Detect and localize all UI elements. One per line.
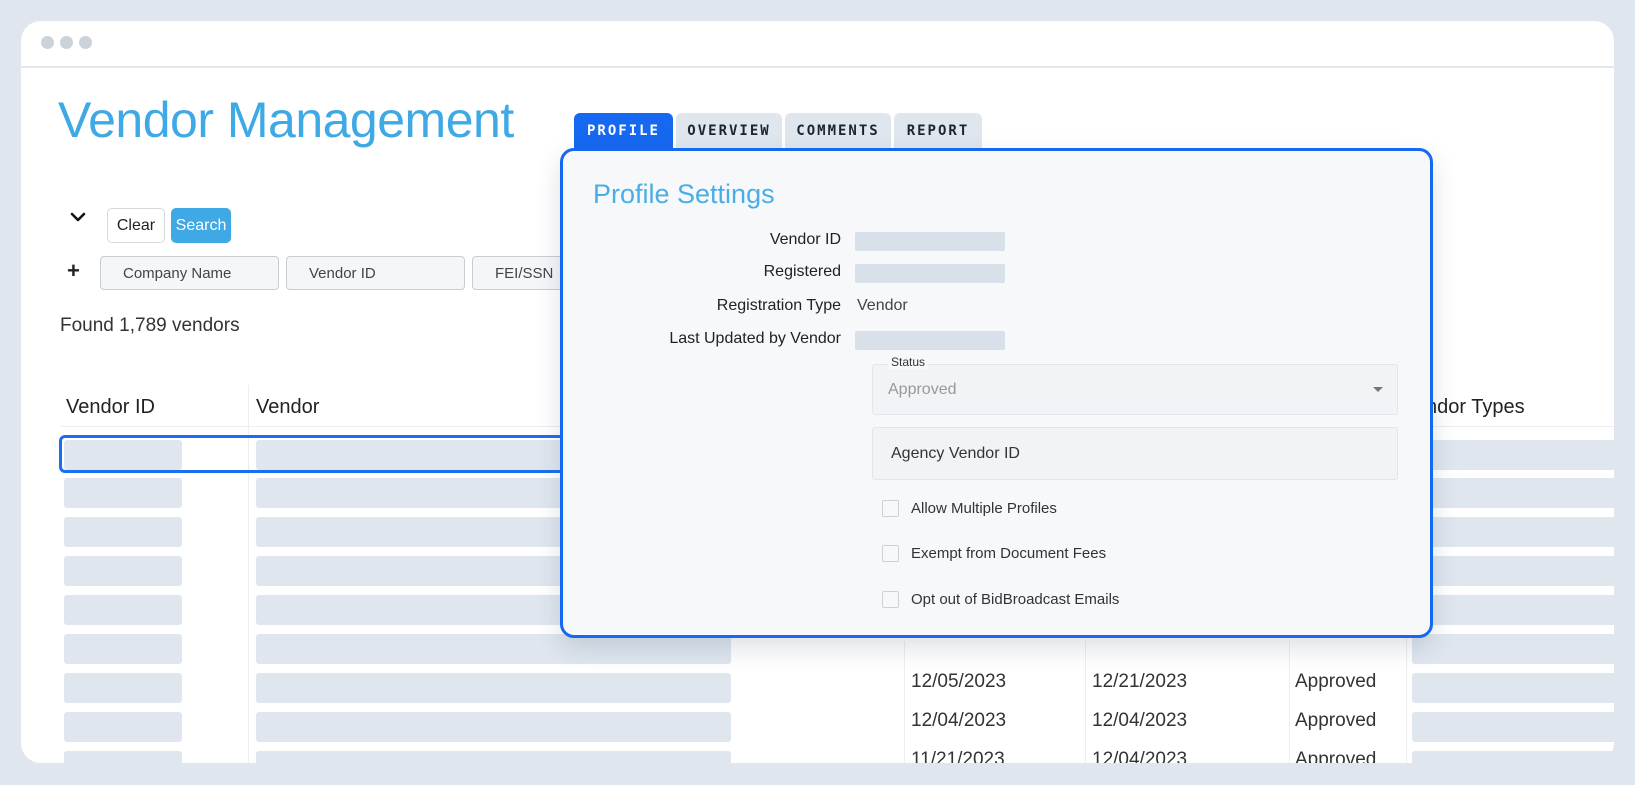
skeleton-cell xyxy=(256,673,731,703)
skeleton-cell xyxy=(256,634,731,664)
skeleton-cell xyxy=(64,556,182,586)
profile-settings-panel: Profile Settings Vendor ID Registered Re… xyxy=(560,148,1433,638)
status-cell: Approved xyxy=(1295,710,1377,731)
checkbox-label: Allow Multiple Profiles xyxy=(911,500,1057,517)
skeleton-cell xyxy=(64,634,182,664)
window-dot-minimize[interactable] xyxy=(60,36,73,49)
last-updated-value xyxy=(855,331,1005,350)
registration-type-label: Registration Type xyxy=(716,297,841,314)
checkbox-label: Opt out of BidBroadcast Emails xyxy=(911,591,1120,608)
column-header-vendor-id[interactable]: Vendor ID xyxy=(66,396,155,419)
skeleton-cell xyxy=(64,478,182,508)
status-cell: Approved xyxy=(1295,671,1377,692)
column-divider xyxy=(1289,641,1290,763)
tab-report[interactable]: REPORT xyxy=(894,113,982,149)
column-divider xyxy=(1085,641,1086,763)
panel-title: Profile Settings xyxy=(593,179,775,209)
tab-comments[interactable]: COMMENTS xyxy=(785,113,891,149)
search-button[interactable]: Search xyxy=(171,208,231,243)
vendor-id-input[interactable]: Vendor ID xyxy=(286,256,465,290)
exempt-document-fees-row[interactable]: Exempt from Document Fees xyxy=(882,545,1106,562)
tab-profile[interactable]: PROFILE xyxy=(574,113,673,149)
skeleton-cell xyxy=(1412,673,1614,703)
title-bar xyxy=(21,21,1614,68)
status-cell: Approved xyxy=(1295,749,1377,763)
skeleton-cell xyxy=(64,673,182,703)
results-count: Found 1,789 vendors xyxy=(60,315,240,336)
skeleton-cell xyxy=(256,751,731,763)
vendor-id-value xyxy=(855,232,1005,251)
window-dot-maximize[interactable] xyxy=(79,36,92,49)
skeleton-cell xyxy=(64,595,182,625)
company-name-input[interactable]: Company Name xyxy=(100,256,279,290)
vendor-id-label: Vendor ID xyxy=(769,231,841,248)
skeleton-cell xyxy=(64,751,182,763)
skeleton-cell xyxy=(1412,517,1614,547)
updated-date-cell: 12/21/2023 xyxy=(1092,671,1188,692)
tab-overview[interactable]: OVERVIEW xyxy=(676,113,782,149)
status-select[interactable]: Approved xyxy=(872,364,1398,415)
column-divider xyxy=(904,641,905,763)
agency-vendor-id-label: Agency Vendor ID xyxy=(891,445,1020,462)
registered-date-cell: 12/05/2023 xyxy=(911,671,1007,692)
skeleton-cell xyxy=(64,517,182,547)
updated-date-cell: 12/04/2023 xyxy=(1092,749,1188,763)
opt-out-bidbroadcast-row[interactable]: Opt out of BidBroadcast Emails xyxy=(882,591,1119,608)
page-title: Vendor Management xyxy=(58,92,514,148)
last-updated-label: Last Updated by Vendor xyxy=(669,330,841,347)
allow-multiple-profiles-row[interactable]: Allow Multiple Profiles xyxy=(882,500,1057,517)
skeleton-cell xyxy=(1412,712,1614,742)
skeleton-cell xyxy=(256,712,731,742)
window-dot-close[interactable] xyxy=(41,36,54,49)
allow-multiple-profiles-checkbox[interactable] xyxy=(882,500,899,517)
skeleton-cell xyxy=(1412,478,1614,508)
checkbox-label: Exempt from Document Fees xyxy=(911,545,1107,562)
agency-vendor-id-input[interactable]: Agency Vendor ID xyxy=(872,427,1398,480)
selected-row-outline[interactable] xyxy=(59,435,599,473)
opt-out-bidbroadcast-checkbox[interactable] xyxy=(882,591,899,608)
skeleton-cell xyxy=(64,712,182,742)
clear-button[interactable]: Clear xyxy=(107,208,165,243)
registered-label: Registered xyxy=(763,263,841,280)
exempt-document-fees-checkbox[interactable] xyxy=(882,545,899,562)
updated-date-cell: 12/04/2023 xyxy=(1092,710,1188,731)
skeleton-cell xyxy=(1412,595,1614,625)
chevron-down-icon[interactable] xyxy=(67,206,89,228)
add-filter-icon[interactable]: + xyxy=(67,258,80,284)
skeleton-cell xyxy=(1412,556,1614,586)
column-header-vendor-types[interactable]: ndor Types xyxy=(1426,396,1525,419)
status-legend: Status xyxy=(888,355,929,369)
skeleton-cell xyxy=(1412,751,1614,763)
status-select-value: Approved xyxy=(888,381,957,398)
column-header-vendor[interactable]: Vendor xyxy=(256,396,319,419)
dropdown-caret-icon xyxy=(1373,387,1383,392)
registered-date-cell: 12/04/2023 xyxy=(911,710,1007,731)
skeleton-cell xyxy=(1412,440,1614,470)
skeleton-cell xyxy=(1412,634,1614,664)
registered-date-cell: 11/21/2023 xyxy=(911,749,1005,763)
registration-type-value: Vendor xyxy=(857,297,908,314)
registered-value xyxy=(855,264,1005,283)
